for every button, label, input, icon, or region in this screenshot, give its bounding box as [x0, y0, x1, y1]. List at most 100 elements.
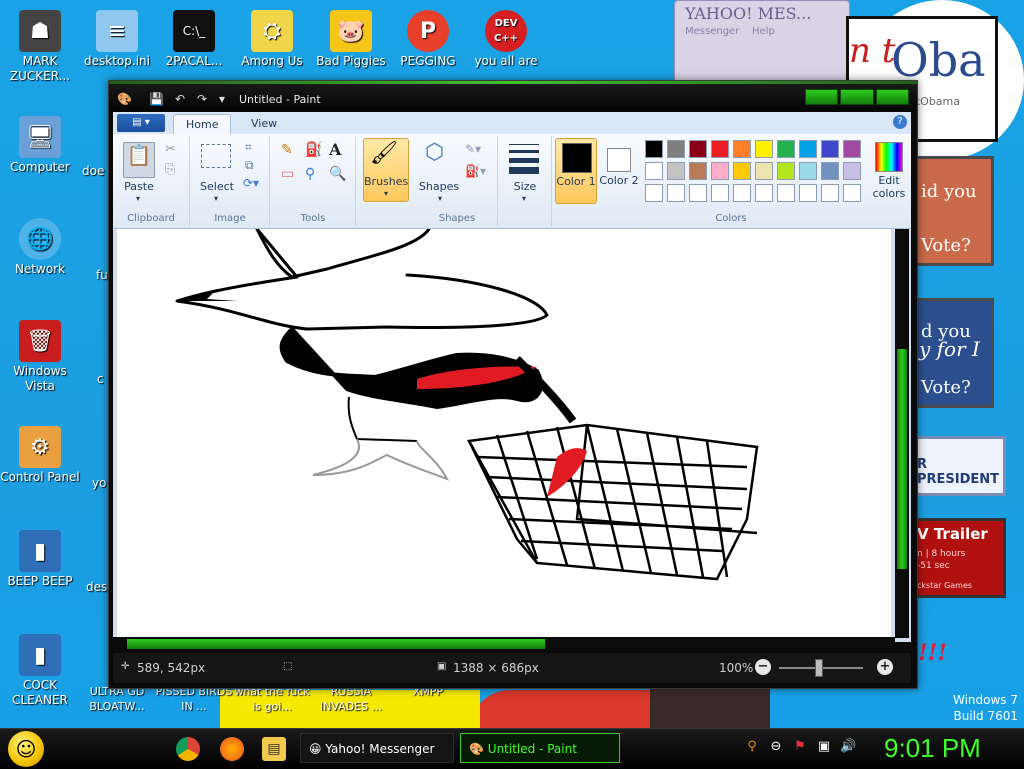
palette-swatch[interactable] [821, 140, 839, 158]
palette-swatch[interactable] [645, 140, 663, 158]
volume-icon[interactable]: 🔊 [840, 739, 856, 755]
paint-app-icon[interactable]: 🎨 [117, 92, 132, 106]
taskbar-paint[interactable]: 🎨 Untitled - Paint [460, 733, 620, 763]
palette-swatch[interactable] [667, 162, 685, 180]
desktop-icon-2pacal[interactable]: C:\_ 2PACAL... [154, 10, 234, 69]
edit-colors-button[interactable]: Edit colors [869, 138, 909, 202]
explorer-icon[interactable]: ▤ [262, 737, 286, 761]
color2-button[interactable]: Color 2 [599, 138, 639, 202]
save-icon[interactable]: 💾 [149, 92, 164, 106]
paste-dropdown-icon[interactable]: ▾ [133, 194, 143, 203]
palette-swatch[interactable] [777, 140, 795, 158]
start-button[interactable]: ☺ [8, 731, 44, 767]
zoom-slider-knob[interactable] [815, 659, 823, 677]
desktop-icon-pegging[interactable]: P PEGGING [388, 10, 468, 69]
minimize-button[interactable] [805, 89, 839, 105]
palette-swatch[interactable] [733, 162, 751, 180]
paste-button[interactable]: Paste [117, 180, 161, 193]
firefox-icon[interactable] [220, 737, 244, 761]
rotate-icon[interactable]: ⟳▾ [243, 176, 259, 190]
palette-swatch[interactable] [689, 140, 707, 158]
desktop-icon-bad-piggies[interactable]: 🐷 Bad Piggies [311, 10, 391, 69]
network-tray-icon[interactable]: ▣ [816, 739, 832, 755]
desktop-icon-windows-vista[interactable]: 🗑 Windows Vista [0, 320, 80, 394]
palette-swatch[interactable] [799, 184, 817, 202]
palette-swatch[interactable] [777, 184, 795, 202]
palette-swatch[interactable] [733, 184, 751, 202]
desktop-icon-control-panel[interactable]: ⚙ Control Panel [0, 426, 80, 485]
clock[interactable]: 9:01 PM [884, 733, 981, 764]
help-icon[interactable]: ? [893, 115, 907, 129]
zoom-in-button[interactable]: + [877, 659, 893, 675]
paint-window[interactable]: 🎨 💾 ↶ ↷ ▾ Untitled - Paint ▤ ▾ Home View… [108, 80, 918, 689]
yahoo-menu-help[interactable]: Help [752, 26, 775, 37]
palette-swatch[interactable] [843, 184, 861, 202]
messenger-tray-icon[interactable]: ⊖ [768, 739, 784, 755]
eraser-icon[interactable]: ▭ [281, 166, 294, 182]
magnifier-icon[interactable]: 🔍 [329, 166, 346, 182]
palette-swatch[interactable] [645, 184, 663, 202]
crop-icon[interactable]: ⌗ [245, 140, 252, 155]
desktop-icon-devcpp[interactable]: DEV C++ you all are [466, 10, 546, 69]
brushes-button[interactable]: 🖌 Brushes ▾ [363, 138, 409, 202]
outline-icon[interactable]: ✎▾ [465, 142, 481, 156]
palette-swatch[interactable] [667, 140, 685, 158]
desktop-icon-computer[interactable]: 🖥 Computer [0, 116, 80, 175]
palette-swatch[interactable] [711, 162, 729, 180]
palette-swatch[interactable] [733, 140, 751, 158]
maximize-button[interactable] [840, 89, 874, 105]
tab-view[interactable]: View [239, 114, 289, 134]
paint-titlebar[interactable]: 🎨 💾 ↶ ↷ ▾ Untitled - Paint [109, 81, 917, 111]
cut-icon[interactable]: ✂ [165, 142, 176, 157]
chrome-icon[interactable] [176, 737, 200, 761]
palette-swatch[interactable] [799, 162, 817, 180]
fill-icon[interactable]: ⛽ [305, 142, 322, 158]
desktop-icon-desktop-ini[interactable]: ≡ desktop.ini [77, 10, 157, 69]
desktop-icon-network[interactable]: 🌐 Network [0, 218, 80, 277]
desktop-icon-label-partial[interactable]: doe [82, 164, 104, 178]
palette-swatch[interactable] [755, 162, 773, 180]
palette-swatch[interactable] [645, 162, 663, 180]
palette-swatch[interactable] [843, 140, 861, 158]
undo-icon[interactable]: ↶ [173, 92, 187, 106]
palette-swatch[interactable] [689, 184, 707, 202]
palette-swatch[interactable] [755, 140, 773, 158]
select-button[interactable]: Select [195, 180, 239, 193]
yahoo-messenger-window[interactable]: YAHOO! MES... Messenger Help [674, 0, 850, 82]
shapes-button[interactable]: Shapes [417, 180, 461, 193]
palette-swatch[interactable] [667, 184, 685, 202]
select-dropdown-icon[interactable]: ▾ [211, 194, 221, 203]
redo-icon[interactable]: ↷ [195, 92, 209, 106]
yahoo-menu-messenger[interactable]: Messenger [685, 26, 739, 37]
palette-swatch[interactable] [689, 162, 707, 180]
shapes-dropdown-icon[interactable]: ▾ [435, 194, 445, 203]
action-center-icon[interactable]: ⚑ [792, 739, 808, 755]
text-tool-icon[interactable]: A [329, 140, 341, 159]
drawing-canvas[interactable] [117, 227, 891, 638]
copy-icon[interactable]: ⎘ [165, 162, 175, 177]
resize-icon[interactable]: ⧉ [245, 158, 254, 173]
palette-swatch[interactable] [799, 140, 817, 158]
vertical-scrollbar[interactable] [895, 229, 909, 638]
size-button[interactable]: Size [499, 180, 551, 193]
desktop-icon-among-us[interactable]: ⛭ Among Us [232, 10, 312, 69]
fill-shape-icon[interactable]: ⛽▾ [465, 164, 486, 178]
palette-swatch[interactable] [821, 162, 839, 180]
desktop-icon-label-partial[interactable]: des [86, 580, 107, 594]
color1-button[interactable]: Color 1 [555, 138, 597, 204]
size-dropdown-icon[interactable]: ▾ [519, 194, 529, 203]
application-menu-button[interactable]: ▤ ▾ [117, 114, 165, 132]
palette-swatch[interactable] [777, 162, 795, 180]
taskbar-yahoo-messenger[interactable]: 😀 Yahoo! Messenger [300, 733, 454, 763]
palette-swatch[interactable] [843, 162, 861, 180]
color-picker-icon[interactable]: ⚲ [305, 166, 315, 182]
zoom-out-button[interactable]: − [755, 659, 771, 675]
vertical-scroll-thumb[interactable] [897, 349, 907, 569]
search-icon[interactable]: ⚲ [744, 739, 760, 755]
desktop-icon-beep-beep[interactable]: ▮ BEEP BEEP [0, 530, 80, 589]
desktop-icon-cock-cleaner[interactable]: ▮ COCK CLEANER [0, 634, 80, 708]
palette-swatch[interactable] [821, 184, 839, 202]
tab-home[interactable]: Home [173, 114, 232, 135]
close-button[interactable] [875, 89, 909, 105]
desktop-icon-mark[interactable]: ☗ MARK ZUCKER... [0, 10, 80, 84]
